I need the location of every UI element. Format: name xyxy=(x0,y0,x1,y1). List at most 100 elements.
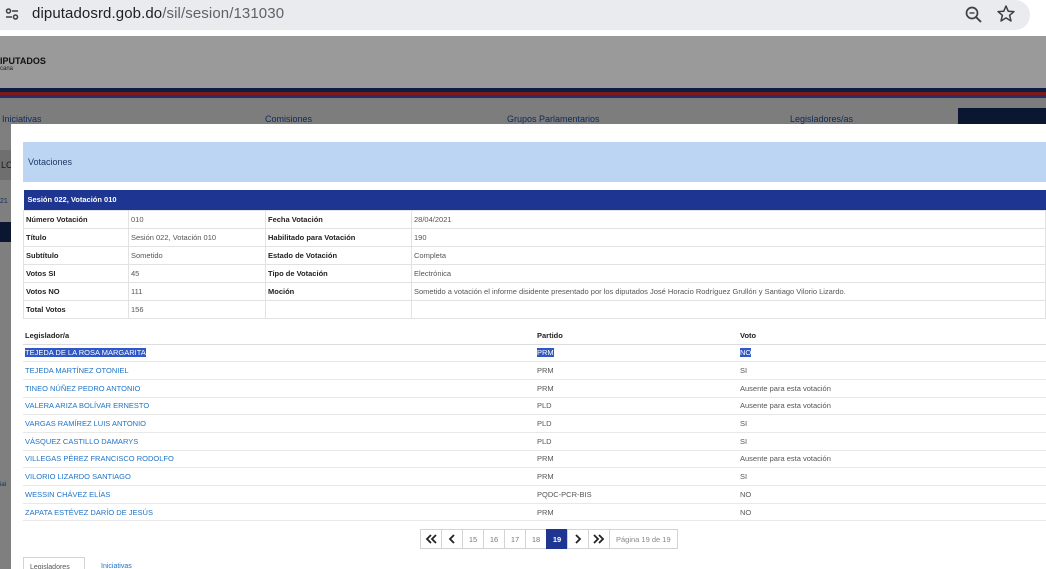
tune-icon[interactable] xyxy=(4,6,20,22)
info-label: Total Votos xyxy=(23,299,129,319)
legislator-name-link[interactable]: ZAPATA ESTÉVEZ DARÍO DE JESÚS xyxy=(23,503,535,522)
nav-item-comisiones[interactable]: Comisiones xyxy=(265,114,312,124)
info-label: Número Votación xyxy=(23,209,129,229)
info-label: Votos NO xyxy=(23,281,129,301)
nav-item-iniciativas[interactable]: Iniciativas xyxy=(2,114,42,124)
party-cell: PLD xyxy=(535,432,738,451)
party-cell: PQDC-PCR-BIS xyxy=(535,485,738,504)
vote-cell: SI xyxy=(738,467,1046,486)
table-row: WESSIN CHÁVEZ ELÍAS PQDC-PCR-BIS NO xyxy=(23,485,1046,504)
table-row: TEJEDA MARTÍNEZ OTONIEL PRM SI xyxy=(23,361,1046,380)
legislator-name-link[interactable]: TINEO NÚÑEZ PEDRO ANTONIO xyxy=(23,379,535,398)
vote-cell: Ausente para esta votación xyxy=(738,450,1046,469)
star-icon[interactable] xyxy=(996,4,1016,24)
table-row: VALERA ARIZA BOLÍVAR ERNESTO PLD Ausente… xyxy=(23,397,1046,416)
browser-toolbar: diputadosrd.gob.do/sil/sesion/131030 xyxy=(0,0,1046,36)
info-label: Subtítulo xyxy=(23,245,129,265)
site-header xyxy=(0,36,1046,88)
background-panel xyxy=(0,222,11,242)
info-row: Título Sesión 022, Votación 010 Habilita… xyxy=(23,227,1046,247)
page-button-15[interactable]: 15 xyxy=(462,529,484,549)
info-label: Moción xyxy=(265,281,412,301)
party-cell: PLD xyxy=(535,397,738,416)
party-cell: PRM xyxy=(535,361,738,380)
info-row: Número Votación 010 Fecha Votación 28/04… xyxy=(23,209,1046,229)
last-page-button[interactable] xyxy=(588,529,610,549)
info-label: Fecha Votación xyxy=(265,209,412,229)
party-cell: PLD xyxy=(535,414,738,433)
legislator-name-link[interactable]: VALERA ARIZA BOLÍVAR ERNESTO xyxy=(23,397,535,416)
vote-cell: NO xyxy=(738,503,1046,522)
table-row: VARGAS RAMÍREZ LUIS ANTONIO PLD SI xyxy=(23,414,1046,433)
legislator-name-link[interactable]: WESSIN CHÁVEZ ELÍAS xyxy=(23,485,535,504)
nav-item-grupos[interactable]: Grupos Parlamentarios xyxy=(507,114,600,124)
vote-cell: NO xyxy=(738,485,1046,504)
column-header-voto[interactable]: Voto xyxy=(738,327,1046,345)
info-label: Estado de Votación xyxy=(265,245,412,265)
page-button-18[interactable]: 18 xyxy=(525,529,547,549)
info-value: Completa xyxy=(411,245,1046,265)
site-logo-subtext: cana xyxy=(0,66,14,72)
votaciones-modal: Votaciones Sesión 022, Votación 010 Núme… xyxy=(11,124,1046,569)
legislator-name: TEJEDA DE LA ROSA MARGARITA xyxy=(25,348,146,358)
table-row: ZAPATA ESTÉVEZ DARÍO DE JESÚS PRM NO xyxy=(23,503,1046,522)
info-value: 190 xyxy=(411,227,1046,247)
info-value: 28/04/2021 xyxy=(411,209,1046,229)
modal-title: Votaciones xyxy=(28,157,73,167)
column-header-partido[interactable]: Partido xyxy=(535,327,738,345)
page-button-19[interactable]: 19 xyxy=(546,529,568,549)
page-button-16[interactable]: 16 xyxy=(483,529,505,549)
tab-iniciativas[interactable]: Iniciativas xyxy=(95,557,138,569)
column-header-legislador[interactable]: Legislador/a xyxy=(23,327,535,345)
table-header-row: Legislador/a Partido Voto xyxy=(23,327,1046,345)
info-value: Sometido a votación el informe disidente… xyxy=(411,281,1046,301)
address-bar[interactable]: diputadosrd.gob.do/sil/sesion/131030 xyxy=(0,0,1030,30)
legislator-name-link[interactable]: VILLEGAS PÉREZ FRANCISCO RODOLFO xyxy=(23,450,535,469)
background-text: 21 xyxy=(0,198,8,205)
zoom-icon[interactable] xyxy=(964,5,984,25)
legislator-name-link[interactable]: TEJEDA MARTÍNEZ OTONIEL xyxy=(23,361,535,380)
table-row: VILLEGAS PÉREZ FRANCISCO RODOLFO PRM Aus… xyxy=(23,450,1046,469)
vote-cell: Ausente para esta votación xyxy=(738,397,1046,416)
info-label xyxy=(265,299,412,319)
info-value: Sesión 022, Votación 010 xyxy=(128,227,266,247)
nav-item-legisladores[interactable]: Legisladores/as xyxy=(790,114,853,124)
chevron-left-icon xyxy=(448,534,455,544)
party-cell: PRM xyxy=(535,503,738,522)
url-host: diputadosrd.gob.do xyxy=(32,5,163,22)
first-page-button[interactable] xyxy=(420,529,442,549)
vote-cell: NO xyxy=(738,344,1046,363)
double-chevron-right-icon xyxy=(593,534,605,544)
vote-value: NO xyxy=(740,348,752,358)
legislator-name-link[interactable]: VILORIO LIZARDO SANTIAGO xyxy=(23,467,535,486)
info-value xyxy=(411,299,1046,319)
vote-cell: SI xyxy=(738,361,1046,380)
info-value: Sometido xyxy=(128,245,266,265)
info-label: Votos SI xyxy=(23,263,129,283)
next-page-button[interactable] xyxy=(567,529,589,549)
prev-page-button[interactable] xyxy=(441,529,463,549)
info-value: 45 xyxy=(128,263,266,283)
chevron-right-icon xyxy=(575,534,582,544)
background-text: ial xyxy=(0,482,7,488)
tab-legisladores[interactable]: Legisladores xyxy=(23,557,85,569)
double-chevron-left-icon xyxy=(425,534,437,544)
legislator-name-link[interactable]: TEJEDA DE LA ROSA MARGARITA xyxy=(23,344,535,363)
party-cell: PRM xyxy=(535,467,738,486)
table-row: TINEO NÚÑEZ PEDRO ANTONIO PRM Ausente pa… xyxy=(23,379,1046,398)
url-text[interactable]: diputadosrd.gob.do/sil/sesion/131030 xyxy=(32,5,284,22)
session-caption: Sesión 022, Votación 010 xyxy=(23,190,1046,210)
page-button-17[interactable]: 17 xyxy=(504,529,526,549)
info-label: Tipo de Votación xyxy=(265,263,412,283)
info-row: Votos NO 111 Moción Sometido a votación … xyxy=(23,281,1046,301)
url-path: /sil/sesion/131030 xyxy=(162,5,285,22)
info-row: Subtítulo Sometido Estado de Votación Co… xyxy=(23,245,1046,265)
info-value: Electrónica xyxy=(411,263,1046,283)
table-row: VILORIO LIZARDO SANTIAGO PRM SI xyxy=(23,467,1046,486)
legislator-name-link[interactable]: VÁSQUEZ CASTILLO DAMARYS xyxy=(23,432,535,451)
legislator-name-link[interactable]: VARGAS RAMÍREZ LUIS ANTONIO xyxy=(23,414,535,433)
party-cell: PRM xyxy=(535,450,738,469)
info-value: 010 xyxy=(128,209,266,229)
site-logo-text: IPUTADOS xyxy=(0,56,46,66)
vote-cell: SI xyxy=(738,432,1046,451)
